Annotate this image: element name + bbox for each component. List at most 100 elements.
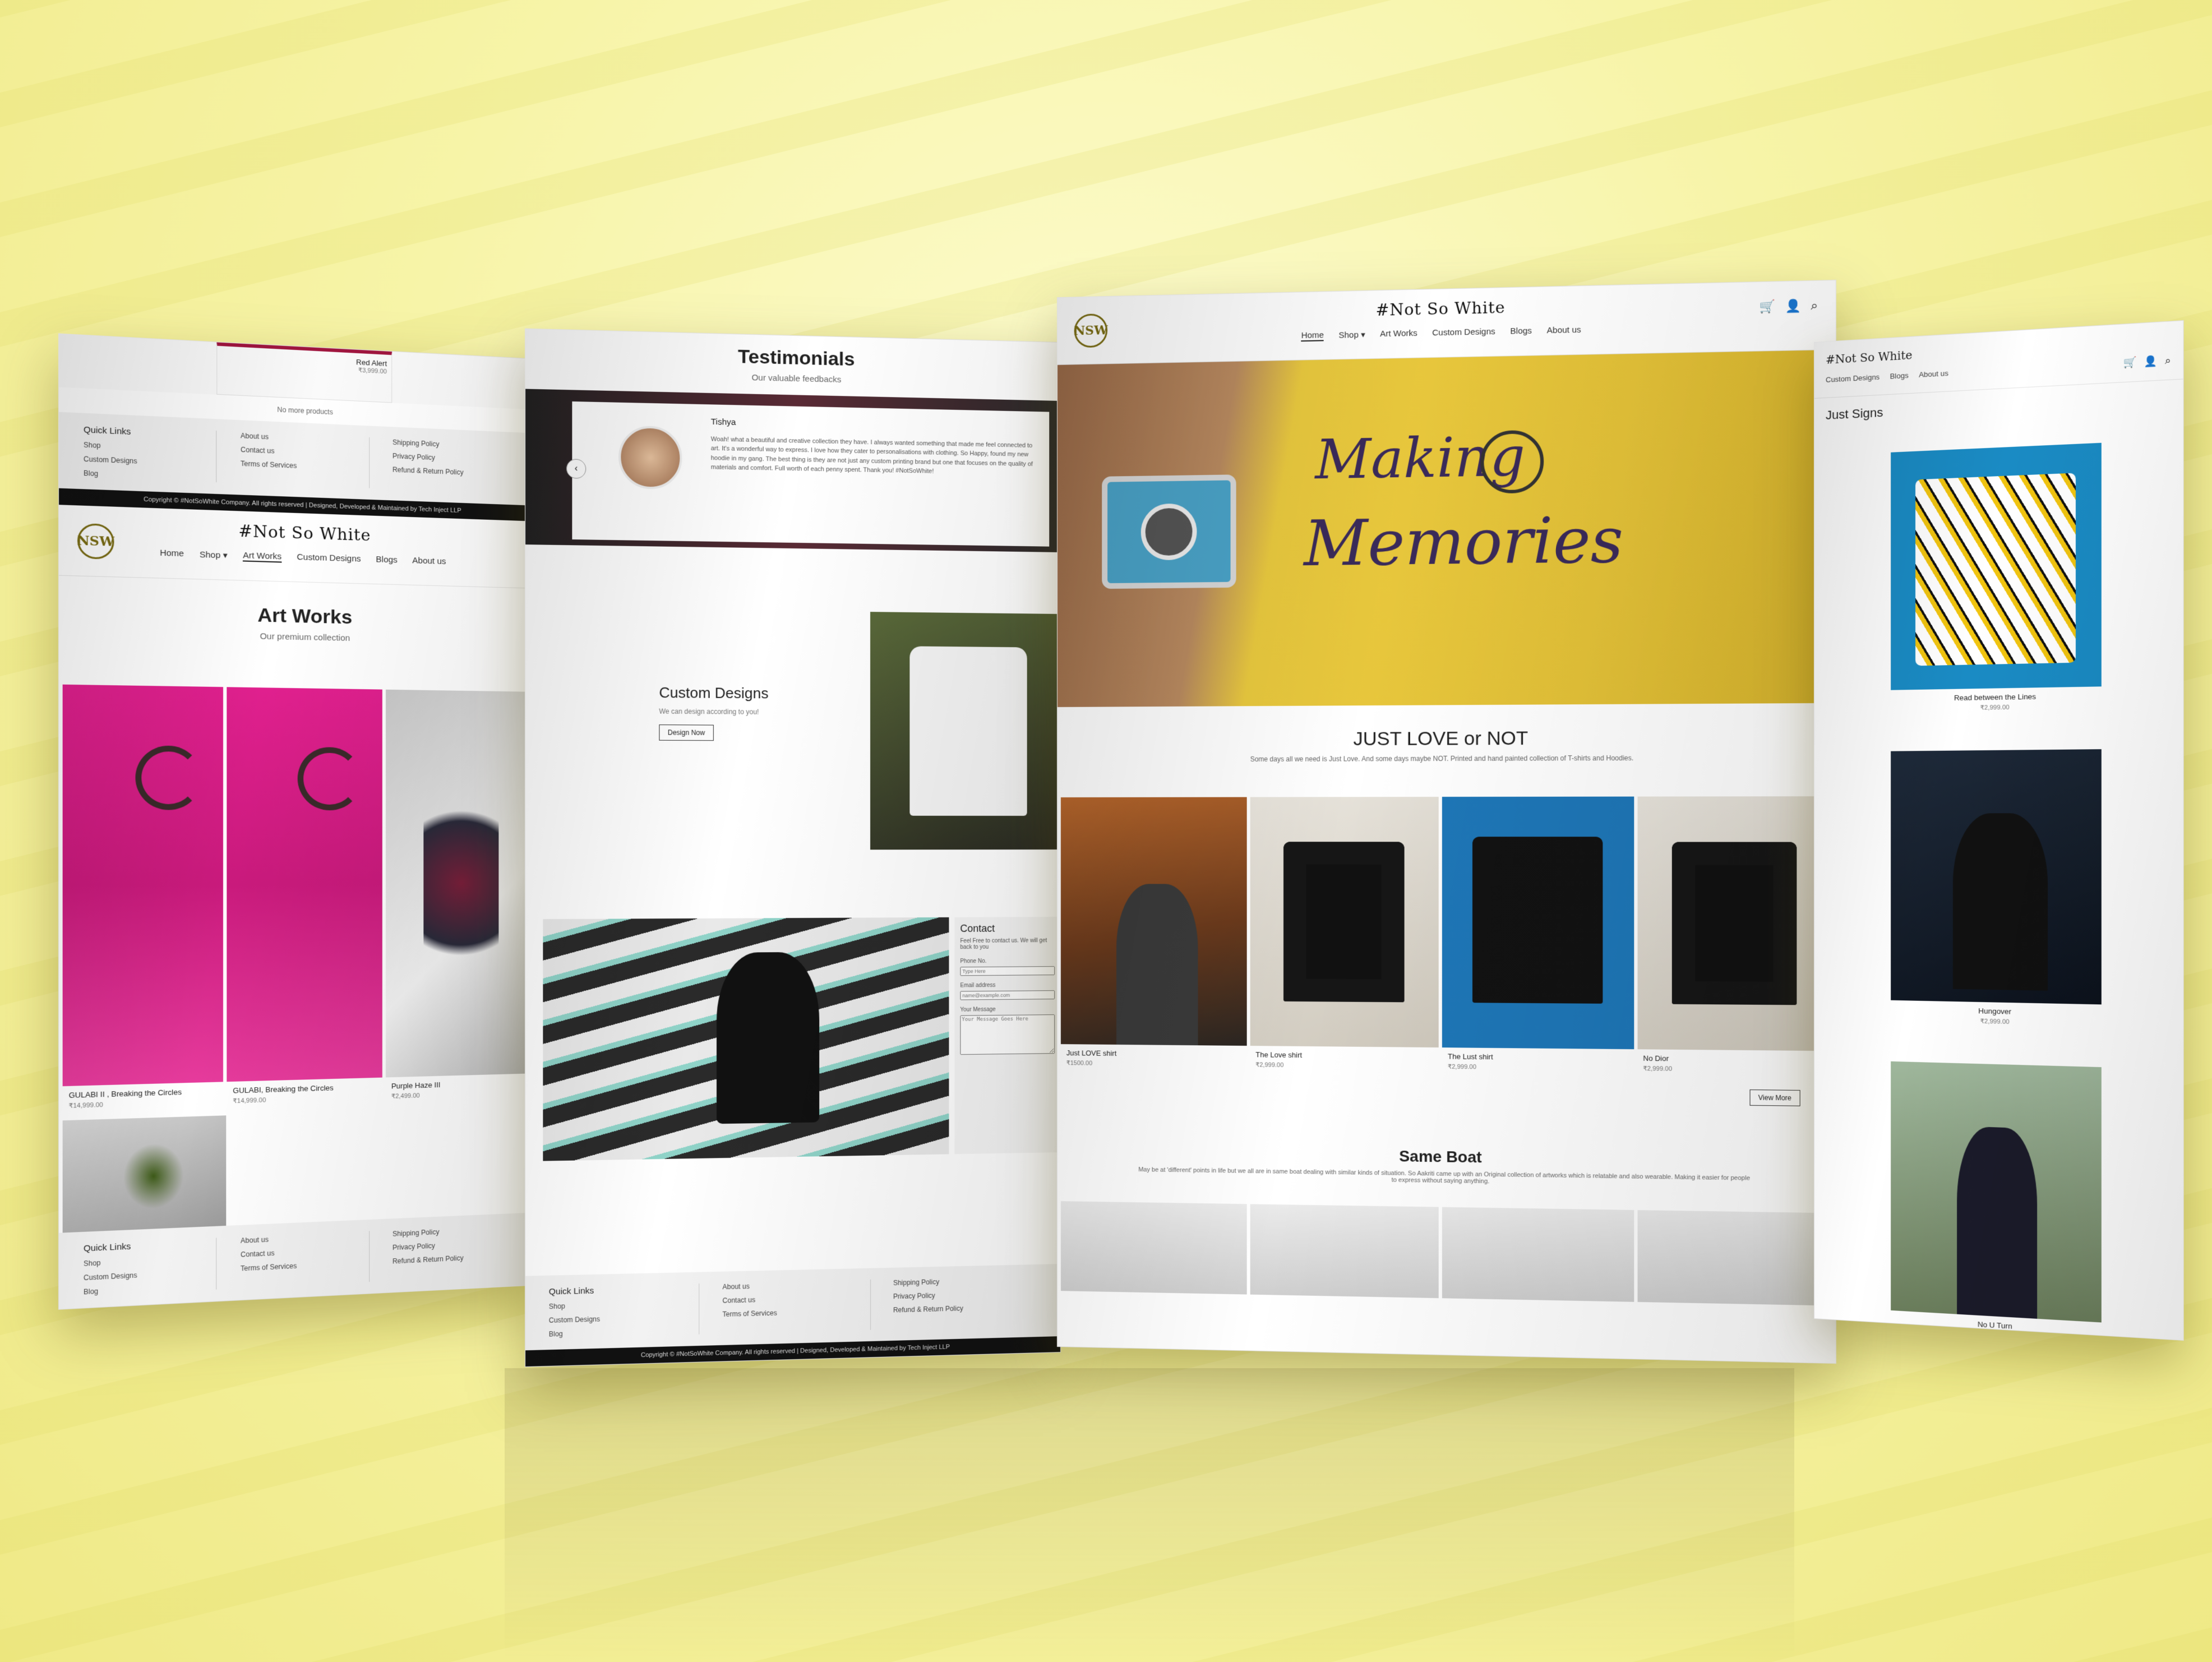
nav-about[interactable]: About us	[1919, 369, 1948, 379]
product-card[interactable]	[62, 1115, 227, 1239]
product-image[interactable]	[1891, 749, 2102, 1005]
nav-blogs[interactable]: Blogs	[376, 555, 397, 566]
nav-custom-designs[interactable]: Custom Designs	[297, 552, 361, 565]
footer-link-shipping[interactable]: Shipping Policy	[392, 1225, 505, 1238]
carousel-prev-icon[interactable]: ‹	[566, 459, 587, 479]
product-name[interactable]: Purple Haze III	[391, 1078, 530, 1091]
footer-link-contact[interactable]: Contact us	[241, 446, 357, 459]
cart-icon[interactable]: 🛒	[2123, 356, 2136, 369]
custom-designs-block: Custom Designs We can design according t…	[659, 684, 769, 741]
product-name[interactable]: GULABI, Breaking the Circles	[233, 1082, 376, 1095]
footer-link-custom-designs[interactable]: Custom Designs	[549, 1313, 687, 1324]
footer-link-about[interactable]: About us	[241, 1231, 357, 1245]
footer-link-refund[interactable]: Refund & Return Policy	[392, 465, 505, 478]
nav-home[interactable]: Home	[1301, 330, 1324, 342]
product-image[interactable]	[1442, 796, 1634, 1050]
footer-link-about[interactable]: About us	[723, 1280, 859, 1291]
product-card[interactable]	[1637, 1210, 1832, 1306]
nav-home[interactable]: Home	[160, 548, 184, 560]
product-card[interactable]: GULABI, Breaking the Circles ₹14,999.00	[227, 687, 382, 1110]
brand-name[interactable]: #Not So White	[1826, 348, 1912, 367]
product-price: ₹14,999.00	[233, 1097, 266, 1105]
nav-blogs[interactable]: Blogs	[1890, 371, 1908, 381]
product-name[interactable]: No Dior	[1643, 1054, 1826, 1064]
nav-shop[interactable]: Shop ▾	[1338, 330, 1365, 341]
product-image[interactable]	[1250, 797, 1439, 1048]
nav-about[interactable]: About us	[1547, 325, 1581, 337]
product-name[interactable]: The Love shirt	[1255, 1050, 1433, 1060]
product-image[interactable]	[1250, 1204, 1439, 1299]
product-card[interactable]	[1442, 1207, 1634, 1302]
product-image[interactable]	[1060, 797, 1247, 1046]
nav-art-works[interactable]: Art Works	[1380, 329, 1417, 340]
email-input[interactable]	[960, 990, 1055, 1000]
nav-blogs[interactable]: Blogs	[1510, 326, 1532, 337]
footer-link-refund[interactable]: Refund & Return Policy	[392, 1252, 505, 1265]
product-image[interactable]	[1891, 442, 2102, 690]
product-card[interactable]: GULABI II , Breaking the Circles ₹14,999.…	[62, 684, 224, 1115]
product-card[interactable]	[1060, 1201, 1247, 1295]
nav-art-works[interactable]: Art Works	[243, 550, 282, 563]
view-more-button[interactable]: View More	[1749, 1089, 1800, 1106]
product-card[interactable]: No U Turn	[1891, 1061, 2102, 1341]
product-image[interactable]	[385, 689, 536, 1078]
footer-link-blog[interactable]: Blog	[84, 469, 204, 482]
footer-link-blog[interactable]: Blog	[549, 1327, 687, 1338]
product-image[interactable]	[1637, 1210, 1832, 1306]
design-now-button[interactable]: Design Now	[659, 724, 714, 741]
product-image[interactable]	[1891, 1061, 2102, 1323]
product-image[interactable]	[1442, 1207, 1634, 1302]
footer-link-shipping[interactable]: Shipping Policy	[893, 1276, 1027, 1287]
nav-custom-designs[interactable]: Custom Designs	[1432, 327, 1495, 339]
brand-name[interactable]: #Not So White	[59, 515, 539, 550]
footer-link-custom-designs[interactable]: Custom Designs	[84, 455, 204, 468]
footer-link-custom-designs[interactable]: Custom Designs	[84, 1268, 204, 1282]
nav-about[interactable]: About us	[412, 556, 446, 567]
product-name[interactable]: GULABI II , Breaking the Circles	[69, 1087, 218, 1100]
footer-link-privacy[interactable]: Privacy Policy	[893, 1289, 1027, 1300]
footer-link-refund[interactable]: Refund & Return Policy	[893, 1303, 1027, 1314]
footer-link-shop[interactable]: Shop	[549, 1299, 687, 1310]
nav-shop[interactable]: Shop ▾	[200, 550, 228, 561]
phone-input[interactable]	[960, 966, 1055, 976]
user-icon[interactable]: 👤	[1785, 298, 1802, 313]
product-card[interactable]: No Dior ₹2,999.00	[1637, 796, 1832, 1079]
top-product-card[interactable]: Red Alert ₹3,999.00	[216, 342, 392, 403]
product-image[interactable]	[1060, 1201, 1247, 1295]
search-icon[interactable]: ⌕	[2165, 354, 2171, 367]
product-image[interactable]	[227, 687, 382, 1082]
product-card[interactable]: Purple Haze III ₹2,499.00	[385, 689, 536, 1105]
footer-link-privacy[interactable]: Privacy Policy	[392, 1239, 505, 1252]
footer-link-shop[interactable]: Shop	[84, 441, 204, 454]
product-card[interactable]: Hungover ₹2,999.00	[1891, 749, 2102, 1033]
search-icon[interactable]: ⌕	[1811, 298, 1818, 313]
product-card[interactable]: Just LOVE shirt ₹1500.00	[1060, 797, 1247, 1073]
footer-link-terms[interactable]: Terms of Services	[723, 1307, 859, 1318]
footer-link-contact[interactable]: Contact us	[241, 1245, 357, 1259]
product-card[interactable]: The Love shirt ₹2,999.00	[1250, 797, 1439, 1075]
product-image[interactable]	[62, 1115, 227, 1239]
brand-name[interactable]: #Not So White	[1057, 291, 1836, 326]
footer-link-terms[interactable]: Terms of Services	[241, 1259, 357, 1272]
footer-link-shipping[interactable]: Shipping Policy	[392, 438, 505, 451]
product-name[interactable]: Just LOVE shirt	[1066, 1049, 1241, 1059]
footer-link-terms[interactable]: Terms of Services	[241, 459, 357, 472]
product-name[interactable]: The Lust shirt	[1448, 1052, 1628, 1062]
product-card[interactable]	[1250, 1204, 1439, 1299]
product-image[interactable]	[62, 684, 224, 1087]
footer-link-about[interactable]: About us	[241, 432, 357, 445]
footer-link-privacy[interactable]: Privacy Policy	[392, 452, 505, 464]
product-card[interactable]: The Lust shirt ₹2,999.00	[1442, 796, 1634, 1077]
footer-link-blog[interactable]: Blog	[84, 1282, 204, 1296]
listing-items: Read between the Lines ₹2,999.00 Hungover…	[1891, 442, 2102, 1341]
footer-link-contact[interactable]: Contact us	[723, 1294, 859, 1305]
message-label: Your Message	[960, 1007, 996, 1013]
nav-custom-designs[interactable]: Custom Designs	[1826, 373, 1879, 384]
product-card[interactable]: Read between the Lines ₹2,999.00	[1891, 442, 2102, 718]
cart-icon[interactable]: 🛒	[1760, 299, 1776, 314]
product-image[interactable]	[1637, 796, 1832, 1051]
product-name[interactable]: Read between the Lines	[1896, 691, 2095, 703]
user-icon[interactable]: 👤	[2144, 355, 2158, 368]
footer-link-shop[interactable]: Shop	[84, 1254, 204, 1268]
message-textarea[interactable]	[960, 1014, 1055, 1055]
